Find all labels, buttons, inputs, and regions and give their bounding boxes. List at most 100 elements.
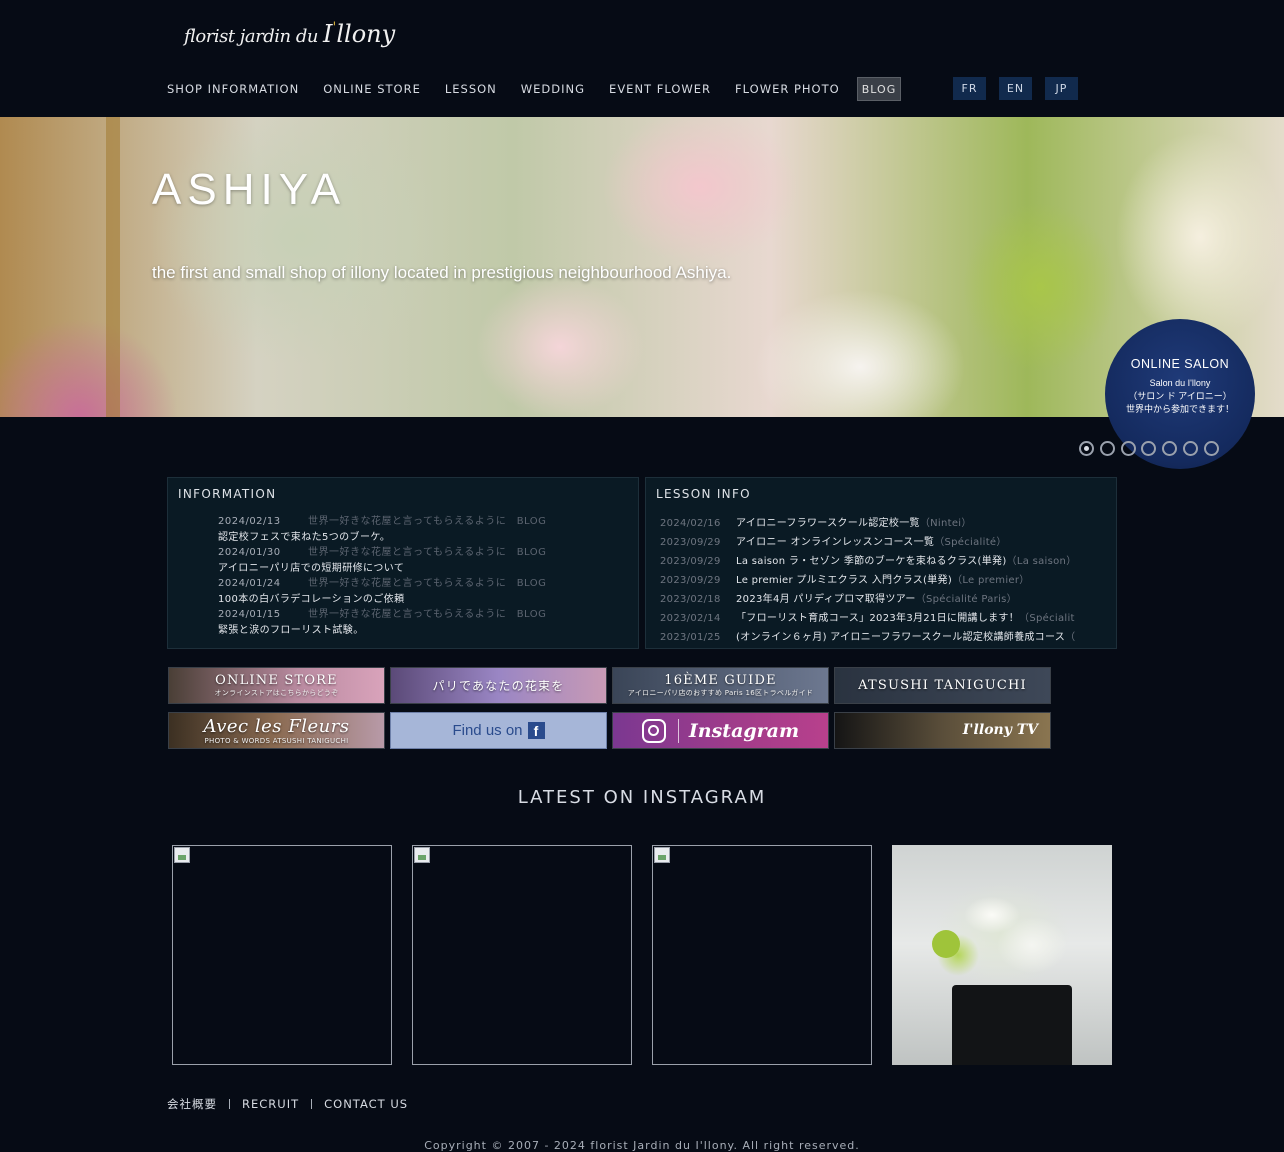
online-store-banner[interactable]: ONLINE STORE オンラインストアはこちらからどうぞ	[168, 667, 385, 704]
avec-les-fleurs-banner[interactable]: Avec les Fleurs PHOTO & WORDS ATSUSHI TA…	[168, 712, 385, 749]
logo-letter: I	[323, 20, 333, 48]
guide-banner[interactable]: 16ÈME GUIDE アイロニーパリ店のおすすめ Paris 16区トラベルガ…	[612, 667, 829, 704]
info-title: 認定校フェスで束ねた5つのブーケ。	[218, 531, 391, 543]
lesson-tag: （Spécialit	[1019, 613, 1075, 624]
nav-lesson[interactable]: LESSON	[445, 82, 497, 96]
logo-accent: '	[332, 20, 337, 36]
list-item[interactable]: 2024/01/15 世界一好きな花屋と言ってもらえるように BLOG 緊張と涙の…	[218, 607, 618, 638]
lang-fr-button[interactable]: FR	[953, 77, 986, 100]
list-item[interactable]: 2023/01/25 (オンライン６ヶ月) アイロニーフラワースクール認定校講師養…	[660, 628, 1116, 647]
facebook-banner[interactable]: Find us on f	[390, 712, 607, 749]
lang-en-button[interactable]: EN	[999, 77, 1032, 100]
lesson-tag: （Le premier）	[952, 575, 1030, 586]
info-title: 100本の白バラデコレーションのご依頼	[218, 593, 405, 605]
nav-wedding[interactable]: WEDDING	[521, 82, 585, 96]
lesson-info-box: LESSON INFO 2024/02/16 アイロニーフラワースクール認定校一覧…	[645, 477, 1117, 649]
footer-recruit-link[interactable]: RECRUIT	[242, 1097, 299, 1111]
facebook-text: Find us on	[452, 722, 523, 739]
slider-dot-6[interactable]	[1182, 441, 1198, 456]
info-category: 世界一好きな花屋と言ってもらえるように BLOG	[308, 516, 547, 527]
slider-dots	[1079, 441, 1225, 456]
banner-main-text: 16ÈME GUIDE	[664, 673, 777, 688]
slider-dot-1[interactable]	[1079, 441, 1094, 456]
info-date: 2024/01/30	[218, 547, 281, 558]
lesson-date: 2023/01/25	[660, 632, 721, 643]
copyright: Copyright © 2007 - 2024 florist Jardin d…	[424, 1139, 860, 1152]
lesson-title: Le premier プルミエクラス 入門クラス(単発)	[736, 575, 953, 586]
slider-dot-3[interactable]	[1120, 441, 1136, 456]
list-item[interactable]: 2024/01/30 世界一好きな花屋と言ってもらえるように BLOG アイロニー…	[218, 545, 618, 576]
broken-image-icon	[414, 847, 430, 863]
footer-contact-link[interactable]: CONTACT US	[324, 1097, 408, 1111]
list-item[interactable]: 2024/02/16 アイロニーフラワースクール認定校一覧（Nintei）	[660, 514, 1116, 533]
footer-links: 会社概要 RECRUIT CONTACT US	[167, 1096, 408, 1112]
photo-flower-box	[952, 985, 1072, 1065]
illony-tv-banner[interactable]: I'llony TV	[834, 712, 1051, 749]
list-item[interactable]: 2024/01/24 世界一好きな花屋と言ってもらえるように BLOG 100本の…	[218, 576, 618, 607]
salon-title: ONLINE SALON	[1130, 357, 1230, 371]
banner-main-text: ATSUSHI TANIGUCHI	[858, 678, 1027, 693]
instagram-tile-4-flower-photo[interactable]	[892, 845, 1112, 1065]
site-logo[interactable]: florist jardin du I'llony	[184, 20, 395, 48]
info-date: 2024/01/24	[218, 578, 281, 589]
lesson-title: La saison ラ・セゾン 季節のブーケを束ねるクラス(単発)	[736, 556, 1007, 567]
salon-line-1: Salon du I'llony	[1149, 378, 1211, 388]
list-item[interactable]: 2023/09/29 La saison ラ・セゾン 季節のブーケを束ねるクラス(…	[660, 552, 1116, 571]
lesson-date: 2023/09/29	[660, 537, 721, 548]
atsushi-taniguchi-banner[interactable]: ATSUSHI TANIGUCHI	[834, 667, 1051, 704]
instagram-tile-1[interactable]	[172, 845, 392, 1065]
nav-online-store[interactable]: ONLINE STORE	[323, 82, 421, 96]
illony-tv-text: I'llony TV	[962, 722, 1038, 738]
footer-separator	[311, 1099, 313, 1109]
lesson-date: 2024/02/16	[660, 518, 721, 529]
main-nav: SHOP INFORMATION ONLINE STORE LESSON WED…	[167, 82, 864, 96]
list-item[interactable]: 2023/02/14 「フローリスト育成コース」2023年3月21日に開講します！…	[660, 609, 1116, 628]
banner-main-text: Avec les Fleurs	[203, 716, 350, 737]
facebook-icon: f	[527, 722, 545, 739]
lesson-tag: （Spécialité）	[934, 537, 1007, 548]
lesson-date: 2023/09/29	[660, 556, 721, 567]
instagram-tile-3[interactable]	[652, 845, 872, 1065]
lesson-date: 2023/02/14	[660, 613, 721, 624]
lesson-title: 2023年4月 パリディプロマ取得ツアー	[736, 594, 916, 605]
lesson-info-list: 2024/02/16 アイロニーフラワースクール認定校一覧（Nintei） 202…	[660, 514, 1116, 647]
list-item[interactable]: 2023/02/18 2023年4月 パリディプロマ取得ツアー（Spécialit…	[660, 590, 1116, 609]
instagram-heading: LATEST ON INSTAGRAM	[517, 787, 767, 808]
paris-bouquet-banner[interactable]: パリであなたの花束を	[390, 667, 607, 704]
broken-image-icon	[174, 847, 190, 863]
list-item[interactable]: 2023/09/29 Le premier プルミエクラス 入門クラス(単発)（L…	[660, 571, 1116, 590]
broken-image-icon	[654, 847, 670, 863]
nav-shop-information[interactable]: SHOP INFORMATION	[167, 82, 299, 96]
blog-button[interactable]: BLOG	[857, 77, 901, 101]
banner-sub-text: オンラインストアはこちらからどうぞ	[214, 689, 339, 697]
slider-dot-5[interactable]	[1162, 441, 1178, 456]
info-category: 世界一好きな花屋と言ってもらえるように BLOG	[308, 578, 547, 589]
slider-dot-4[interactable]	[1141, 441, 1157, 456]
slider-dot-7[interactable]	[1203, 441, 1219, 456]
banner-main-text: ONLINE STORE	[215, 673, 338, 688]
logo-small-text: florist jardin du	[184, 26, 318, 47]
information-box: INFORMATION 2024/02/13 世界一好きな花屋と言ってもらえるよう…	[167, 477, 639, 649]
footer-separator	[229, 1099, 230, 1109]
instagram-icon	[641, 718, 666, 743]
lesson-info-title: LESSON INFO	[656, 487, 751, 501]
slider-dot-2[interactable]	[1099, 441, 1115, 456]
lesson-tag: （Spécialité Paris）	[915, 594, 1017, 605]
nav-event-flower[interactable]: EVENT FLOWER	[609, 82, 711, 96]
instagram-banner[interactable]: Instagram	[612, 712, 829, 749]
list-item[interactable]: 2024/02/13 世界一好きな花屋と言ってもらえるように BLOG 認定校フェ…	[218, 514, 618, 545]
hero-title: ASHIYA	[152, 165, 347, 214]
footer-company-link[interactable]: 会社概要	[167, 1096, 217, 1112]
hero-slider[interactable]: ASHIYA the first and small shop of illon…	[0, 117, 1284, 417]
instagram-tile-2[interactable]	[412, 845, 632, 1065]
banner-sub-text: アイロニーパリ店のおすすめ Paris 16区トラベルガイド	[627, 689, 814, 697]
instagram-text: Instagram	[688, 719, 800, 742]
nav-flower-photo[interactable]: FLOWER PHOTO	[735, 82, 840, 96]
list-item[interactable]: 2023/09/29 アイロニー オンラインレッスンコース一覧（Spécialit…	[660, 533, 1116, 552]
info-date: 2024/02/13	[218, 516, 281, 527]
lang-jp-button[interactable]: JP	[1045, 77, 1078, 100]
banner-main-text: パリであなたの花束を	[432, 679, 565, 693]
photo-orchid	[932, 930, 960, 958]
lesson-title: アイロニーフラワースクール認定校一覧	[736, 518, 920, 529]
lesson-tag: （Nintei）	[919, 518, 972, 529]
